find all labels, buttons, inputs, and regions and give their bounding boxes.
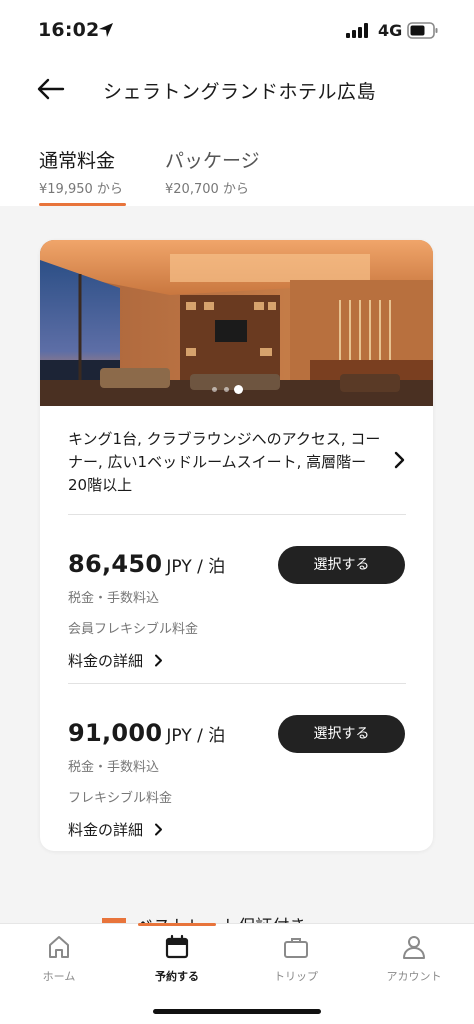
divider xyxy=(68,514,406,515)
rate-option: 86,450 JPY / 泊 選択する 税金・手数料込 会員フレキシブル料金 料金… xyxy=(68,546,406,700)
page-title: シェラトングランドホテル広島 xyxy=(103,81,377,103)
price-amount: 91,000 xyxy=(68,719,163,747)
tab-account[interactable]: アカウント xyxy=(359,934,469,994)
price-amount: 86,450 xyxy=(68,550,163,578)
tab-home[interactable]: ホーム xyxy=(4,934,114,994)
briefcase-icon xyxy=(284,938,308,958)
rate-plan-name: フレキシブル料金 xyxy=(68,791,173,806)
rate-tabs: 通常料金 ¥19,950 から パッケージ ¥20,700 から xyxy=(0,140,474,206)
room-card: キング1台, クラブラウンジへのアクセス, コーナー, 広い1ベッドルームスイー… xyxy=(40,240,433,851)
tab-label: 予約する xyxy=(155,970,199,983)
status-bar: 16:02 4G xyxy=(0,0,474,62)
tab-book[interactable]: 予約する xyxy=(122,934,232,994)
chevron-right-icon xyxy=(154,654,162,666)
select-rate-button[interactable]: 選択する xyxy=(278,546,405,584)
chevron-right-icon xyxy=(154,823,162,835)
back-arrow-icon[interactable] xyxy=(36,76,66,102)
rate-option: 91,000 JPY / 泊 選択する 税金・手数料込 フレキシブル料金 料金の詳… xyxy=(68,715,406,851)
tab-label: パッケージ xyxy=(165,150,260,172)
rate-details-label: 料金の詳細 xyxy=(68,652,144,670)
carousel-dot[interactable] xyxy=(212,387,217,392)
calendar-icon xyxy=(165,934,189,959)
home-icon xyxy=(49,936,69,958)
tab-label: 通常料金 xyxy=(39,150,116,172)
home-indicator xyxy=(153,1009,321,1014)
active-tab-indicator xyxy=(138,923,216,926)
price-unit: JPY / 泊 xyxy=(166,726,226,746)
rate-details-link[interactable]: 料金の詳細 xyxy=(68,650,163,671)
tab-label: アカウント xyxy=(386,970,442,983)
tax-note: 税金・手数料込 xyxy=(68,760,160,775)
top-section: 16:02 4G シェラトングランドホテル広島 通常料金 ¥19,950 から xyxy=(0,0,474,206)
nav-bar: シェラトングランドホテル広島 xyxy=(0,62,474,118)
active-tab-indicator xyxy=(39,203,126,206)
bottom-tab-bar: ホーム 予約する トリップ アカウント xyxy=(0,923,474,1024)
cellular-signal-icon xyxy=(346,23,368,38)
tab-package[interactable]: パッケージ ¥20,700 から xyxy=(165,146,260,197)
carousel-dot[interactable] xyxy=(224,387,229,392)
tab-price-from: ¥19,950 から xyxy=(39,182,123,197)
tab-standard-rate[interactable]: 通常料金 ¥19,950 から xyxy=(39,146,123,197)
battery-icon xyxy=(407,22,438,39)
tab-price-from: ¥20,700 から xyxy=(165,182,249,197)
room-description[interactable]: キング1台, クラブラウンジへのアクセス, コーナー, 広い1ベッドルームスイー… xyxy=(68,428,383,497)
status-time: 16:02 xyxy=(38,19,100,41)
tab-label: ホーム xyxy=(42,970,76,983)
room-photo[interactable] xyxy=(40,240,433,406)
tab-label: トリップ xyxy=(274,970,318,983)
nightly-price: 91,000 JPY / 泊 xyxy=(68,719,225,747)
person-icon xyxy=(403,936,425,959)
chevron-right-icon[interactable] xyxy=(394,451,406,469)
tab-trips[interactable]: トリップ xyxy=(241,934,351,994)
rate-details-label: 料金の詳細 xyxy=(68,821,144,839)
price-unit: JPY / 泊 xyxy=(166,557,226,577)
tax-note: 税金・手数料込 xyxy=(68,591,160,606)
nightly-price: 86,450 JPY / 泊 xyxy=(68,550,225,578)
network-type: 4G xyxy=(378,21,403,40)
select-rate-button[interactable]: 選択する xyxy=(278,715,405,753)
rate-plan-name: 会員フレキシブル料金 xyxy=(68,622,199,637)
carousel-dot-active[interactable] xyxy=(234,385,243,394)
divider xyxy=(68,683,406,684)
carousel-dots xyxy=(208,385,268,395)
rate-details-link[interactable]: 料金の詳細 xyxy=(68,819,163,840)
location-arrow-icon xyxy=(99,23,113,37)
